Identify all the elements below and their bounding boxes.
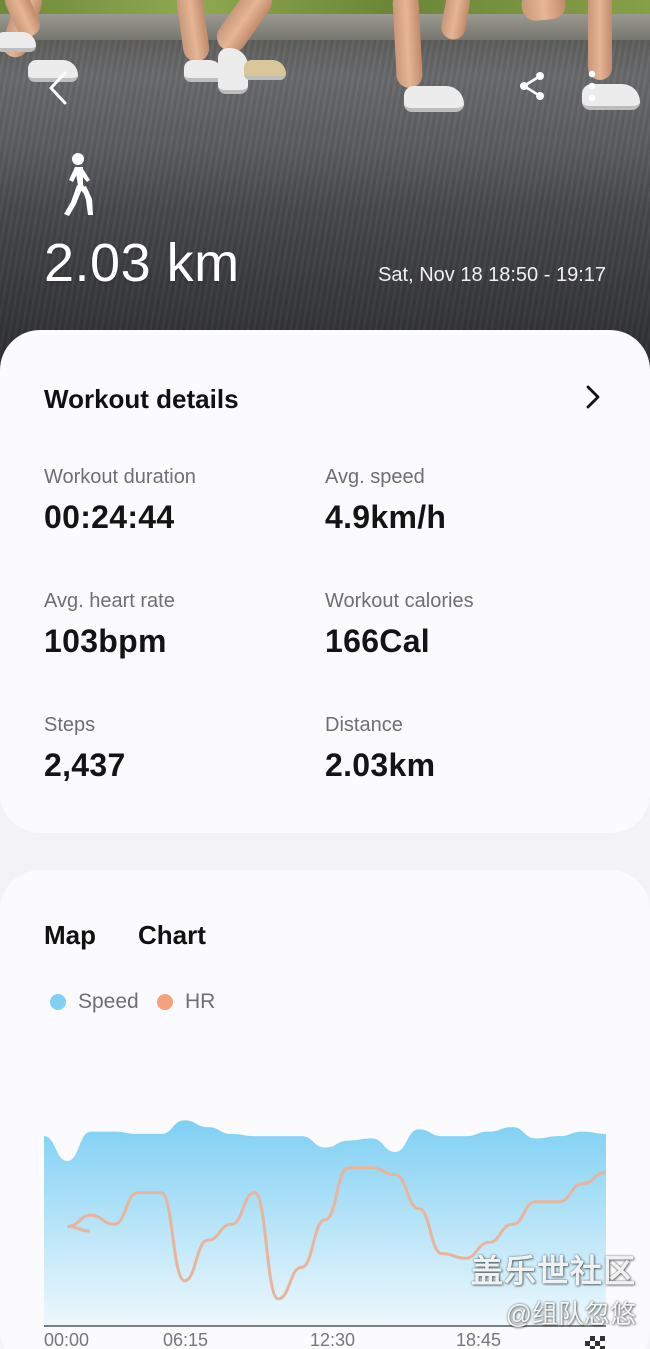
stat-label: Steps	[44, 714, 96, 736]
stat-distance: Distance 2.03km	[325, 714, 585, 784]
stat-value: 00:24:44	[44, 499, 304, 536]
stat-number: 103	[44, 623, 99, 659]
stat-label: Avg. speed	[325, 466, 425, 488]
walking-person-icon	[64, 153, 93, 216]
workout-date-range: Sat, Nov 18 18:50 - 19:17	[378, 264, 606, 286]
stat-workout-calories: Workout calories 166Cal	[325, 590, 585, 660]
stat-number: 2.03	[325, 747, 389, 783]
share-icon	[520, 72, 544, 100]
stat-number: 166	[325, 623, 380, 659]
runner-shoe	[404, 86, 464, 112]
stat-unit: bpm	[98, 623, 167, 659]
stat-workout-duration: Workout duration 00:24:44	[44, 466, 304, 536]
chevron-right-icon	[586, 385, 600, 409]
hero-distance: 2.03 km	[44, 233, 240, 293]
stat-steps: Steps 2,437	[44, 714, 304, 784]
x-tick-label: 18:45	[456, 1330, 502, 1349]
stat-unit: Cal	[379, 623, 430, 659]
x-tick-label: 00:00	[44, 1330, 90, 1349]
stat-number: 4.9	[325, 499, 371, 535]
x-tick-label: 12:30	[310, 1330, 356, 1349]
stat-value: 166Cal	[325, 623, 585, 660]
stat-avg-heart-rate: Avg. heart rate 103bpm	[44, 590, 304, 660]
stat-number: 00:24:44	[44, 499, 175, 535]
workout-details-open-button[interactable]	[576, 380, 610, 414]
workout-details-title: Workout details	[44, 384, 239, 414]
stat-value: 2,437	[44, 747, 304, 784]
watermark-community: 盖乐世社区	[470, 1253, 636, 1289]
stat-value: 2.03km	[325, 747, 585, 784]
stat-label: Distance	[325, 714, 403, 736]
runner-leg	[392, 0, 424, 89]
stat-label: Avg. heart rate	[44, 590, 175, 612]
back-button[interactable]	[36, 66, 80, 110]
stat-label: Workout calories	[325, 590, 474, 612]
more-vertical-icon	[588, 70, 596, 102]
hero-banner: 2.03 km Sat, Nov 18 18:50 - 19:17	[0, 0, 650, 380]
stat-label: Workout duration	[44, 466, 196, 488]
share-button[interactable]	[510, 64, 554, 108]
stat-value: 103bpm	[44, 623, 304, 660]
stat-avg-speed: Avg. speed 4.9km/h	[325, 466, 585, 536]
stat-number: 2,437	[44, 747, 126, 783]
workout-details-card: Workout details Workout duration 00:24:4…	[0, 330, 650, 833]
runner-shoe	[244, 60, 286, 80]
x-tick-label: 06:15	[163, 1330, 209, 1349]
stat-unit: km	[388, 747, 436, 783]
stat-unit: km/h	[370, 499, 447, 535]
back-arrow-icon	[49, 71, 67, 105]
finish-flag-icon	[585, 1336, 605, 1349]
more-options-button[interactable]	[570, 64, 614, 108]
watermark-author: @组队忽悠	[505, 1299, 636, 1329]
runner-shoe	[0, 32, 36, 52]
stat-value: 4.9km/h	[325, 499, 585, 536]
